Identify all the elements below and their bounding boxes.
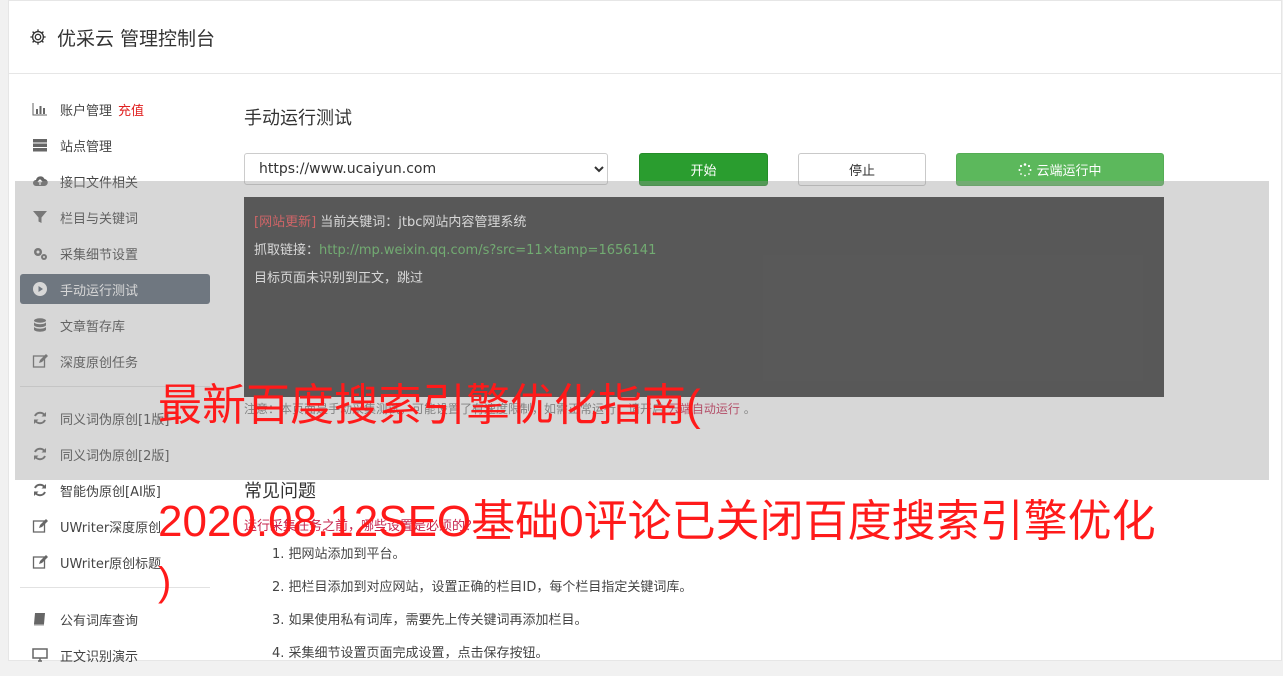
notice-prefix: 注意： — [244, 402, 281, 416]
notice-text: 注意：本页面是手动采集测试，可能设置了有速度限制，如需正常运行，请开启 云端自动… — [244, 400, 756, 417]
refresh-icon — [32, 482, 48, 498]
log-line: 抓取链接：http://mp.weixin.qq.com/s?src=11×ta… — [254, 237, 1154, 265]
log-link[interactable]: http://mp.weixin.qq.com/s?src=11×tamp=16… — [319, 243, 656, 258]
recharge-link[interactable]: 充值 — [118, 100, 144, 119]
sidebar-item-synonym-v1[interactable]: 同义词伪原创[1版] — [20, 403, 210, 433]
faq-item: 1. 把网站添加到平台。 — [272, 547, 406, 562]
sidebar-item-account[interactable]: 账户管理 充值 — [20, 94, 210, 124]
sidebar-divider — [20, 386, 210, 387]
bar-chart-icon — [32, 101, 48, 117]
sidebar-item-uwriter-deep[interactable]: UWriter深度原创 — [20, 511, 210, 541]
book-icon — [32, 611, 48, 627]
log-console: [网站更新] 当前关键词：jtbc网站内容管理系统 抓取链接：http://mp… — [244, 197, 1164, 397]
server-icon — [32, 137, 48, 153]
sidebar-item-label: UWriter原创标题 — [60, 556, 162, 572]
sidebar-item-deep-original[interactable]: 深度原创任务 — [20, 346, 210, 376]
log-line: 目标页面未识别到正文，跳过 — [254, 271, 424, 286]
sidebar-item-columns-keywords[interactable]: 栏目与关键词 — [20, 202, 210, 232]
sidebar-item-label: 采集细节设置 — [60, 247, 139, 263]
sidebar-item-label: 手动运行测试 — [60, 283, 139, 299]
sidebar-item-label: 同义词伪原创[1版] — [60, 412, 170, 428]
sidebar-item-label: 站点管理 — [60, 139, 113, 155]
gear-icon — [30, 29, 46, 45]
log-label: 抓取链接： — [254, 243, 320, 258]
spinner-icon — [1018, 162, 1032, 176]
sidebar-item-public-lexicon[interactable]: 公有词库查询 — [20, 604, 210, 634]
sidebar-item-collect-settings[interactable]: 采集细节设置 — [20, 238, 210, 268]
sidebar-item-label: 接口文件相关 — [60, 175, 139, 191]
filter-icon — [32, 209, 48, 225]
stop-button[interactable]: 停止 — [798, 153, 926, 186]
sidebar-divider — [20, 587, 210, 588]
cloud-running-label: 云端运行中 — [1036, 164, 1102, 179]
header-bar: 优采云 管理控制台 — [9, 1, 1281, 74]
notice-body: 本页面是手动采集测试，可能设置了有速度限制，如需正常运行，请开启 — [280, 402, 665, 416]
gears-icon — [32, 245, 48, 261]
faq-question: 运行采集任务之前，哪些设置是必须的？ — [244, 519, 479, 534]
faq-list: 1. 把网站添加到平台。 2. 把栏目添加到对应网站，设置正确的栏目ID，每个栏… — [272, 543, 692, 675]
sidebar-item-label: 深度原创任务 — [60, 355, 139, 371]
refresh-icon — [32, 446, 48, 462]
sidebar-item-synonym-v2[interactable]: 同义词伪原创[2版] — [20, 439, 210, 469]
page-title: 手动运行测试 — [244, 108, 352, 129]
edit-icon — [32, 353, 48, 369]
log-text: 当前关键词：jtbc网站内容管理系统 — [316, 215, 527, 230]
sidebar: 账户管理 充值 站点管理 接口文件相关 栏目与关键词 采集细节设置 手动运行测试 — [20, 94, 210, 676]
play-circle-icon — [32, 281, 48, 297]
database-icon — [32, 317, 48, 333]
notice-suffix: 。 — [739, 402, 756, 416]
sidebar-item-label: 文章暂存库 — [60, 319, 126, 335]
sidebar-item-label: 同义词伪原创[2版] — [60, 448, 170, 464]
faq-item: 4. 采集细节设置页面完成设置，点击保存按钮。 — [272, 646, 549, 661]
site-select[interactable]: https://www.ucaiyun.com — [244, 153, 608, 185]
faq-item: 2. 把栏目添加到对应网站，设置正确的栏目ID，每个栏目指定关键词库。 — [272, 580, 693, 595]
sidebar-item-article-storage[interactable]: 文章暂存库 — [20, 310, 210, 340]
sidebar-item-label: 栏目与关键词 — [60, 211, 139, 227]
cloud-running-button[interactable]: 云端运行中 — [956, 153, 1164, 186]
log-line: [网站更新] 当前关键词：jtbc网站内容管理系统 — [254, 209, 1154, 237]
sidebar-item-label: 正文识别演示 — [60, 649, 139, 665]
sidebar-item-label: UWriter深度原创 — [60, 520, 162, 536]
app-title: 优采云 管理控制台 — [57, 27, 216, 50]
sidebar-item-label: 公有词库查询 — [60, 613, 139, 629]
cloud-auto-run-link[interactable]: 云端自动运行 — [668, 402, 740, 416]
sidebar-item-label: 账户管理 — [60, 103, 113, 119]
sidebar-item-manual-run[interactable]: 手动运行测试 — [20, 274, 210, 304]
faq-item: 3. 如果使用私有词库，需要先上传关键词再添加栏目。 — [272, 613, 588, 628]
edit-icon — [32, 518, 48, 534]
sidebar-item-uwriter-title[interactable]: UWriter原创标题 — [20, 547, 210, 577]
edit-icon — [32, 554, 48, 570]
refresh-icon — [32, 410, 48, 426]
sidebar-item-sites[interactable]: 站点管理 — [20, 130, 210, 160]
sidebar-item-api-files[interactable]: 接口文件相关 — [20, 166, 210, 196]
sidebar-item-ai-rewrite[interactable]: 智能伪原创[AI版] — [20, 475, 210, 505]
cloud-upload-icon — [32, 173, 48, 189]
log-tag: [网站更新] — [254, 215, 317, 230]
sidebar-item-label: 智能伪原创[AI版] — [60, 484, 161, 500]
start-button[interactable]: 开始 — [639, 153, 768, 186]
faq-title: 常见问题 — [244, 481, 316, 502]
sidebar-item-text-recognition[interactable]: 正文识别演示 — [20, 640, 210, 670]
